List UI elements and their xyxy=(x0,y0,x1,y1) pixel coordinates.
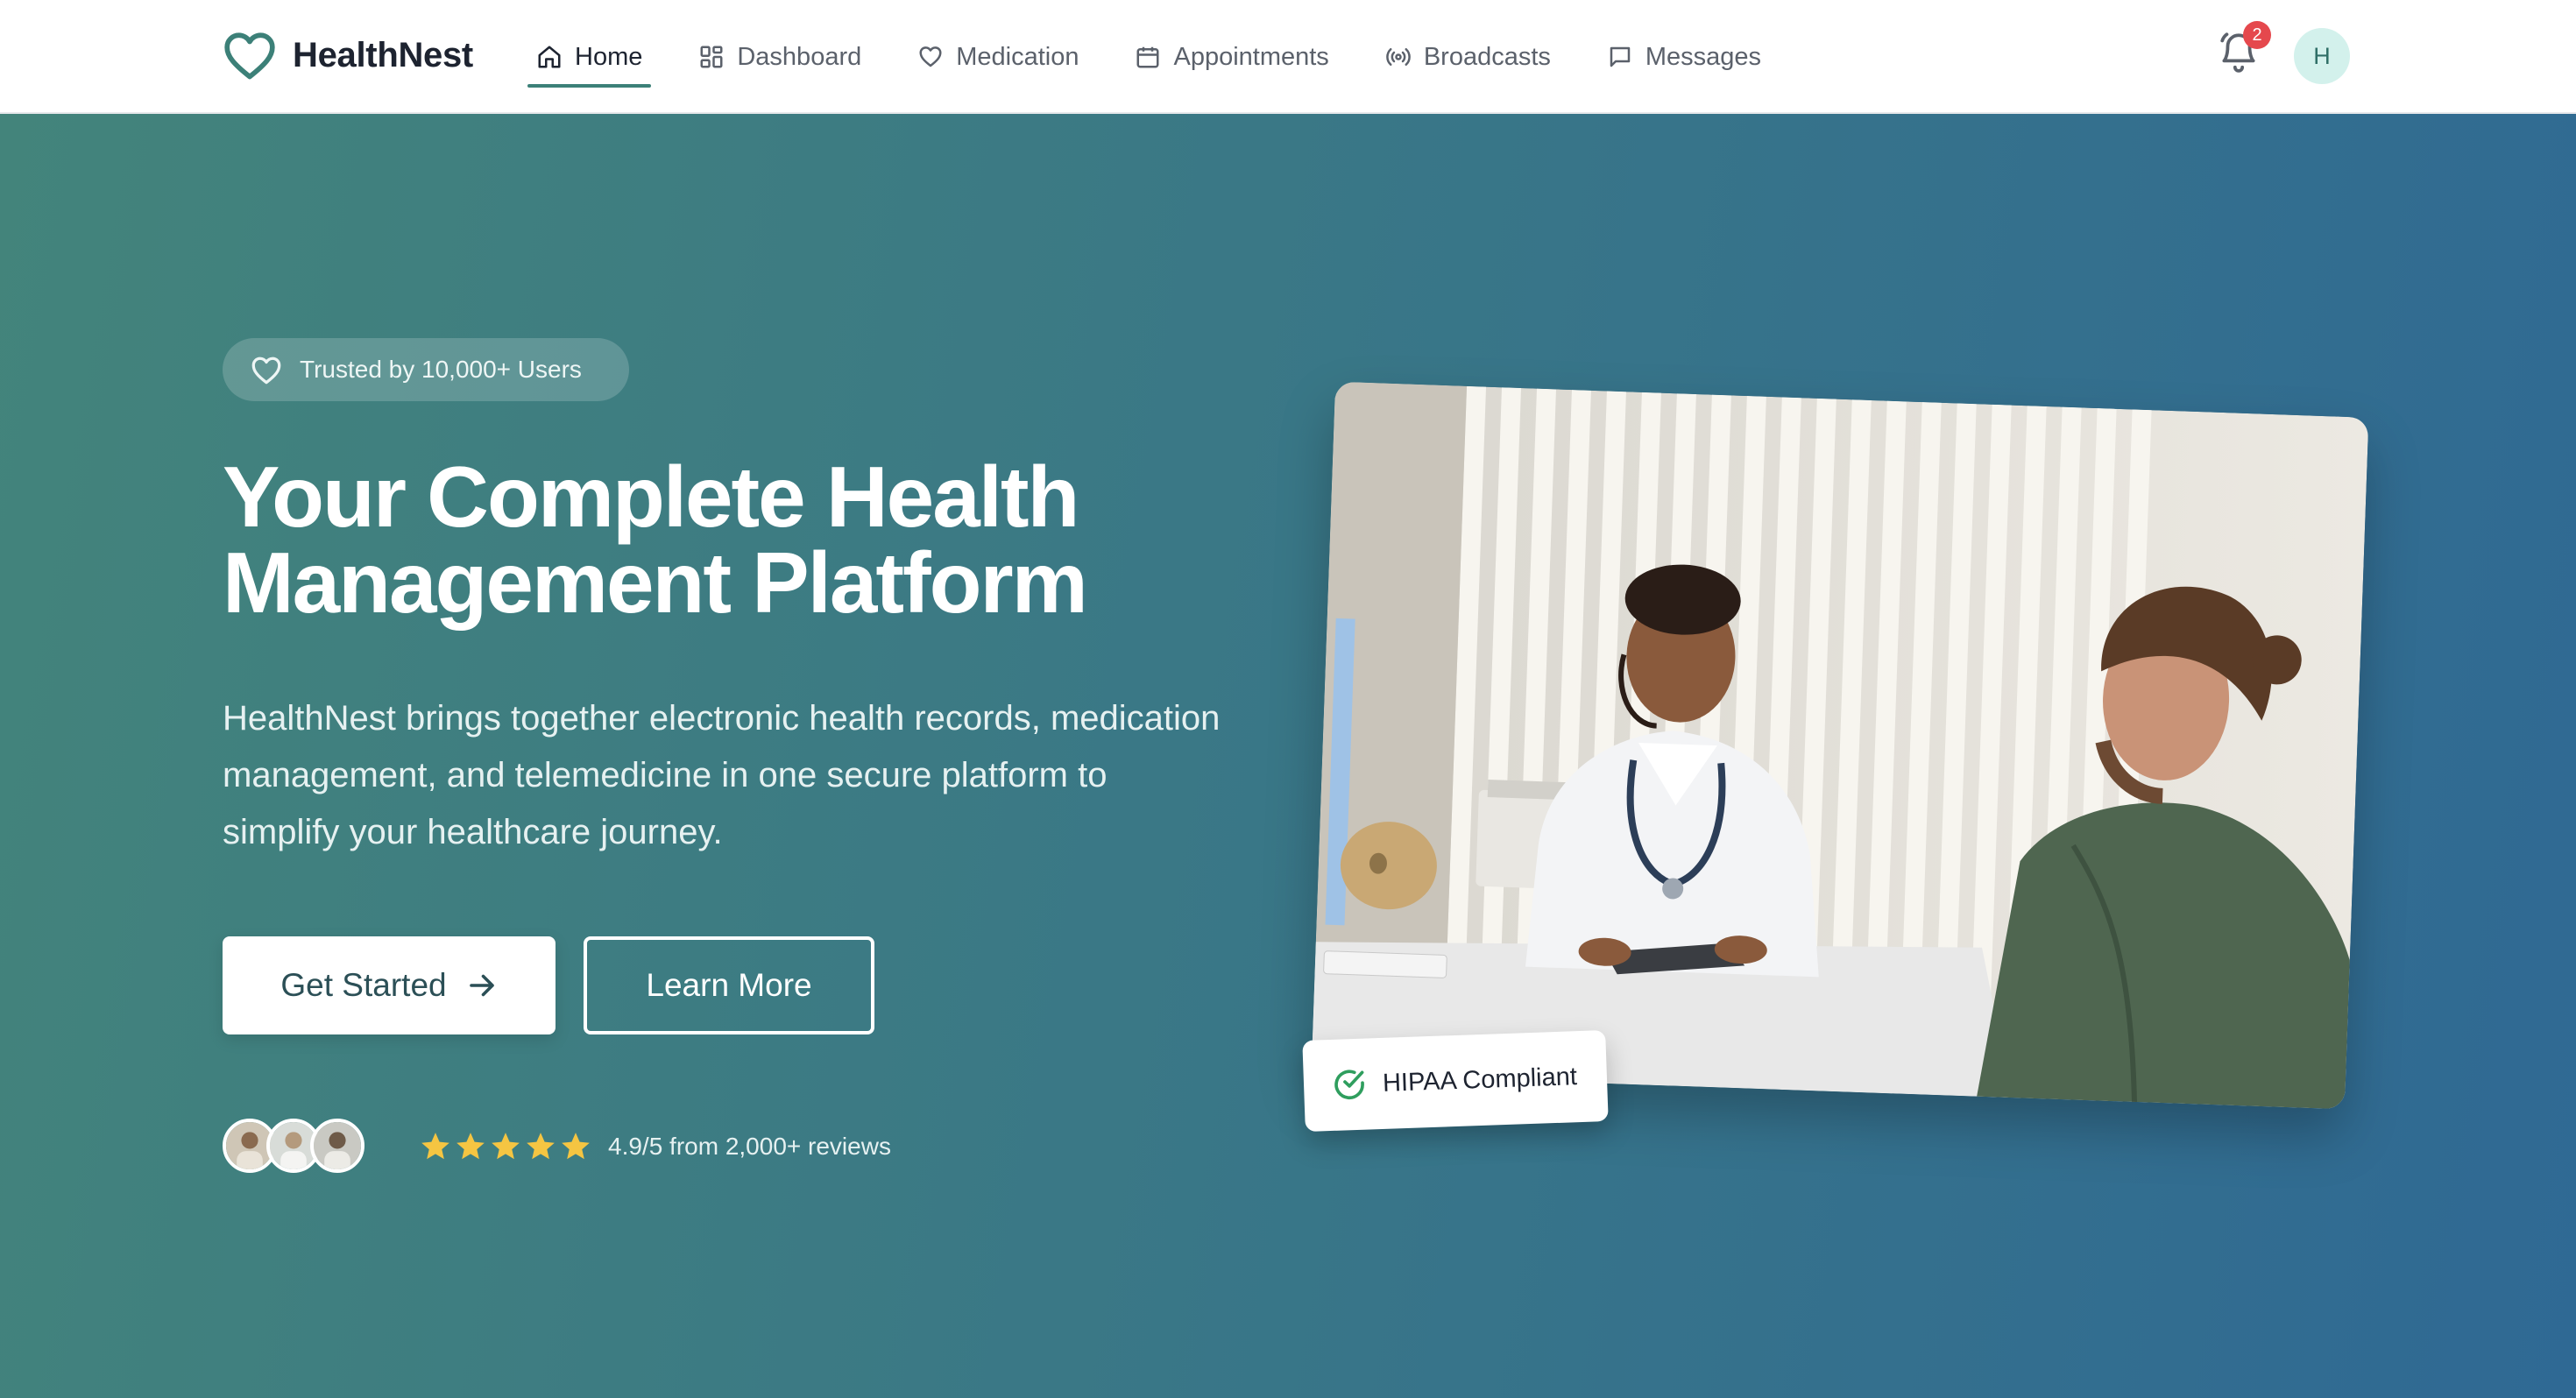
hero-section: Trusted by 10,000+ Users Your Complete H… xyxy=(0,114,2576,1398)
reviewer-avatar xyxy=(310,1119,364,1173)
calendar-icon xyxy=(1136,46,1159,68)
nav-item-dashboard[interactable]: Dashboard xyxy=(690,32,870,82)
star-icon xyxy=(492,1133,520,1160)
user-avatar[interactable]: H xyxy=(2294,28,2350,84)
star-icon xyxy=(527,1133,555,1160)
star-icon xyxy=(456,1133,485,1160)
star-icon xyxy=(562,1133,590,1160)
nav-label-broadcasts: Broadcasts xyxy=(1423,42,1551,71)
nav-label-dashboard: Dashboard xyxy=(737,42,862,71)
arrow-right-icon xyxy=(469,974,494,997)
heart-logo-icon xyxy=(224,32,275,80)
star-icon xyxy=(421,1133,449,1160)
nav-item-messages[interactable]: Messages xyxy=(1598,32,1770,82)
nav-item-home[interactable]: Home xyxy=(527,32,652,88)
nav-item-appointments[interactable]: Appointments xyxy=(1126,32,1337,82)
doctor-consultation-image xyxy=(1311,381,2369,1110)
nav-label-appointments: Appointments xyxy=(1173,42,1329,71)
brand-logo[interactable]: HealthNest xyxy=(223,26,473,84)
nav-label-home: Home xyxy=(575,42,643,71)
hero-description: HealthNest brings together electronic he… xyxy=(223,699,1221,851)
get-started-button[interactable]: Get Started xyxy=(223,936,556,1034)
heart-icon xyxy=(251,357,281,385)
rating-text: 4.9/5 from 2,000+ reviews xyxy=(608,1133,891,1160)
nav-item-broadcasts[interactable]: Broadcasts xyxy=(1376,32,1560,82)
top-navbar: HealthNest Home Dashboard Medication App… xyxy=(0,0,2576,114)
nav-label-messages: Messages xyxy=(1645,42,1762,71)
notification-count-badge: 2 xyxy=(2243,21,2271,49)
reviewer-photo xyxy=(314,1122,361,1169)
trust-badge: Trusted by 10,000+ Users xyxy=(223,338,629,401)
heart-icon xyxy=(919,46,942,67)
headline-line-1: Your Complete Health xyxy=(223,448,1079,545)
get-started-label: Get Started xyxy=(280,967,447,1003)
nav-label-medication: Medication xyxy=(956,42,1079,71)
home-icon xyxy=(538,46,561,68)
headline-line-2: Management Platform xyxy=(223,534,1088,631)
check-circle-icon xyxy=(1334,1070,1364,1099)
hipaa-badge-text: HIPAA Compliant xyxy=(1382,1062,1578,1098)
reviewer-avatars xyxy=(223,1119,372,1176)
hipaa-compliant-badge: HIPAA Compliant xyxy=(1302,1029,1609,1133)
learn-more-button[interactable]: Learn More xyxy=(584,936,874,1034)
trust-badge-text: Trusted by 10,000+ Users xyxy=(300,356,582,383)
main-nav: Home Dashboard Medication Appointments B… xyxy=(527,26,1808,88)
notifications-button[interactable]: 2 xyxy=(2217,21,2271,81)
brand-name: HealthNest xyxy=(293,35,473,74)
broadcast-icon xyxy=(1386,48,1411,66)
nav-item-medication[interactable]: Medication xyxy=(909,32,1087,82)
rating-stars xyxy=(419,1130,592,1165)
dashboard-icon xyxy=(700,46,723,68)
message-icon xyxy=(1610,46,1631,67)
hero-photo xyxy=(1311,381,2369,1110)
hero-headline: Your Complete Health Management Platform xyxy=(223,454,1362,625)
